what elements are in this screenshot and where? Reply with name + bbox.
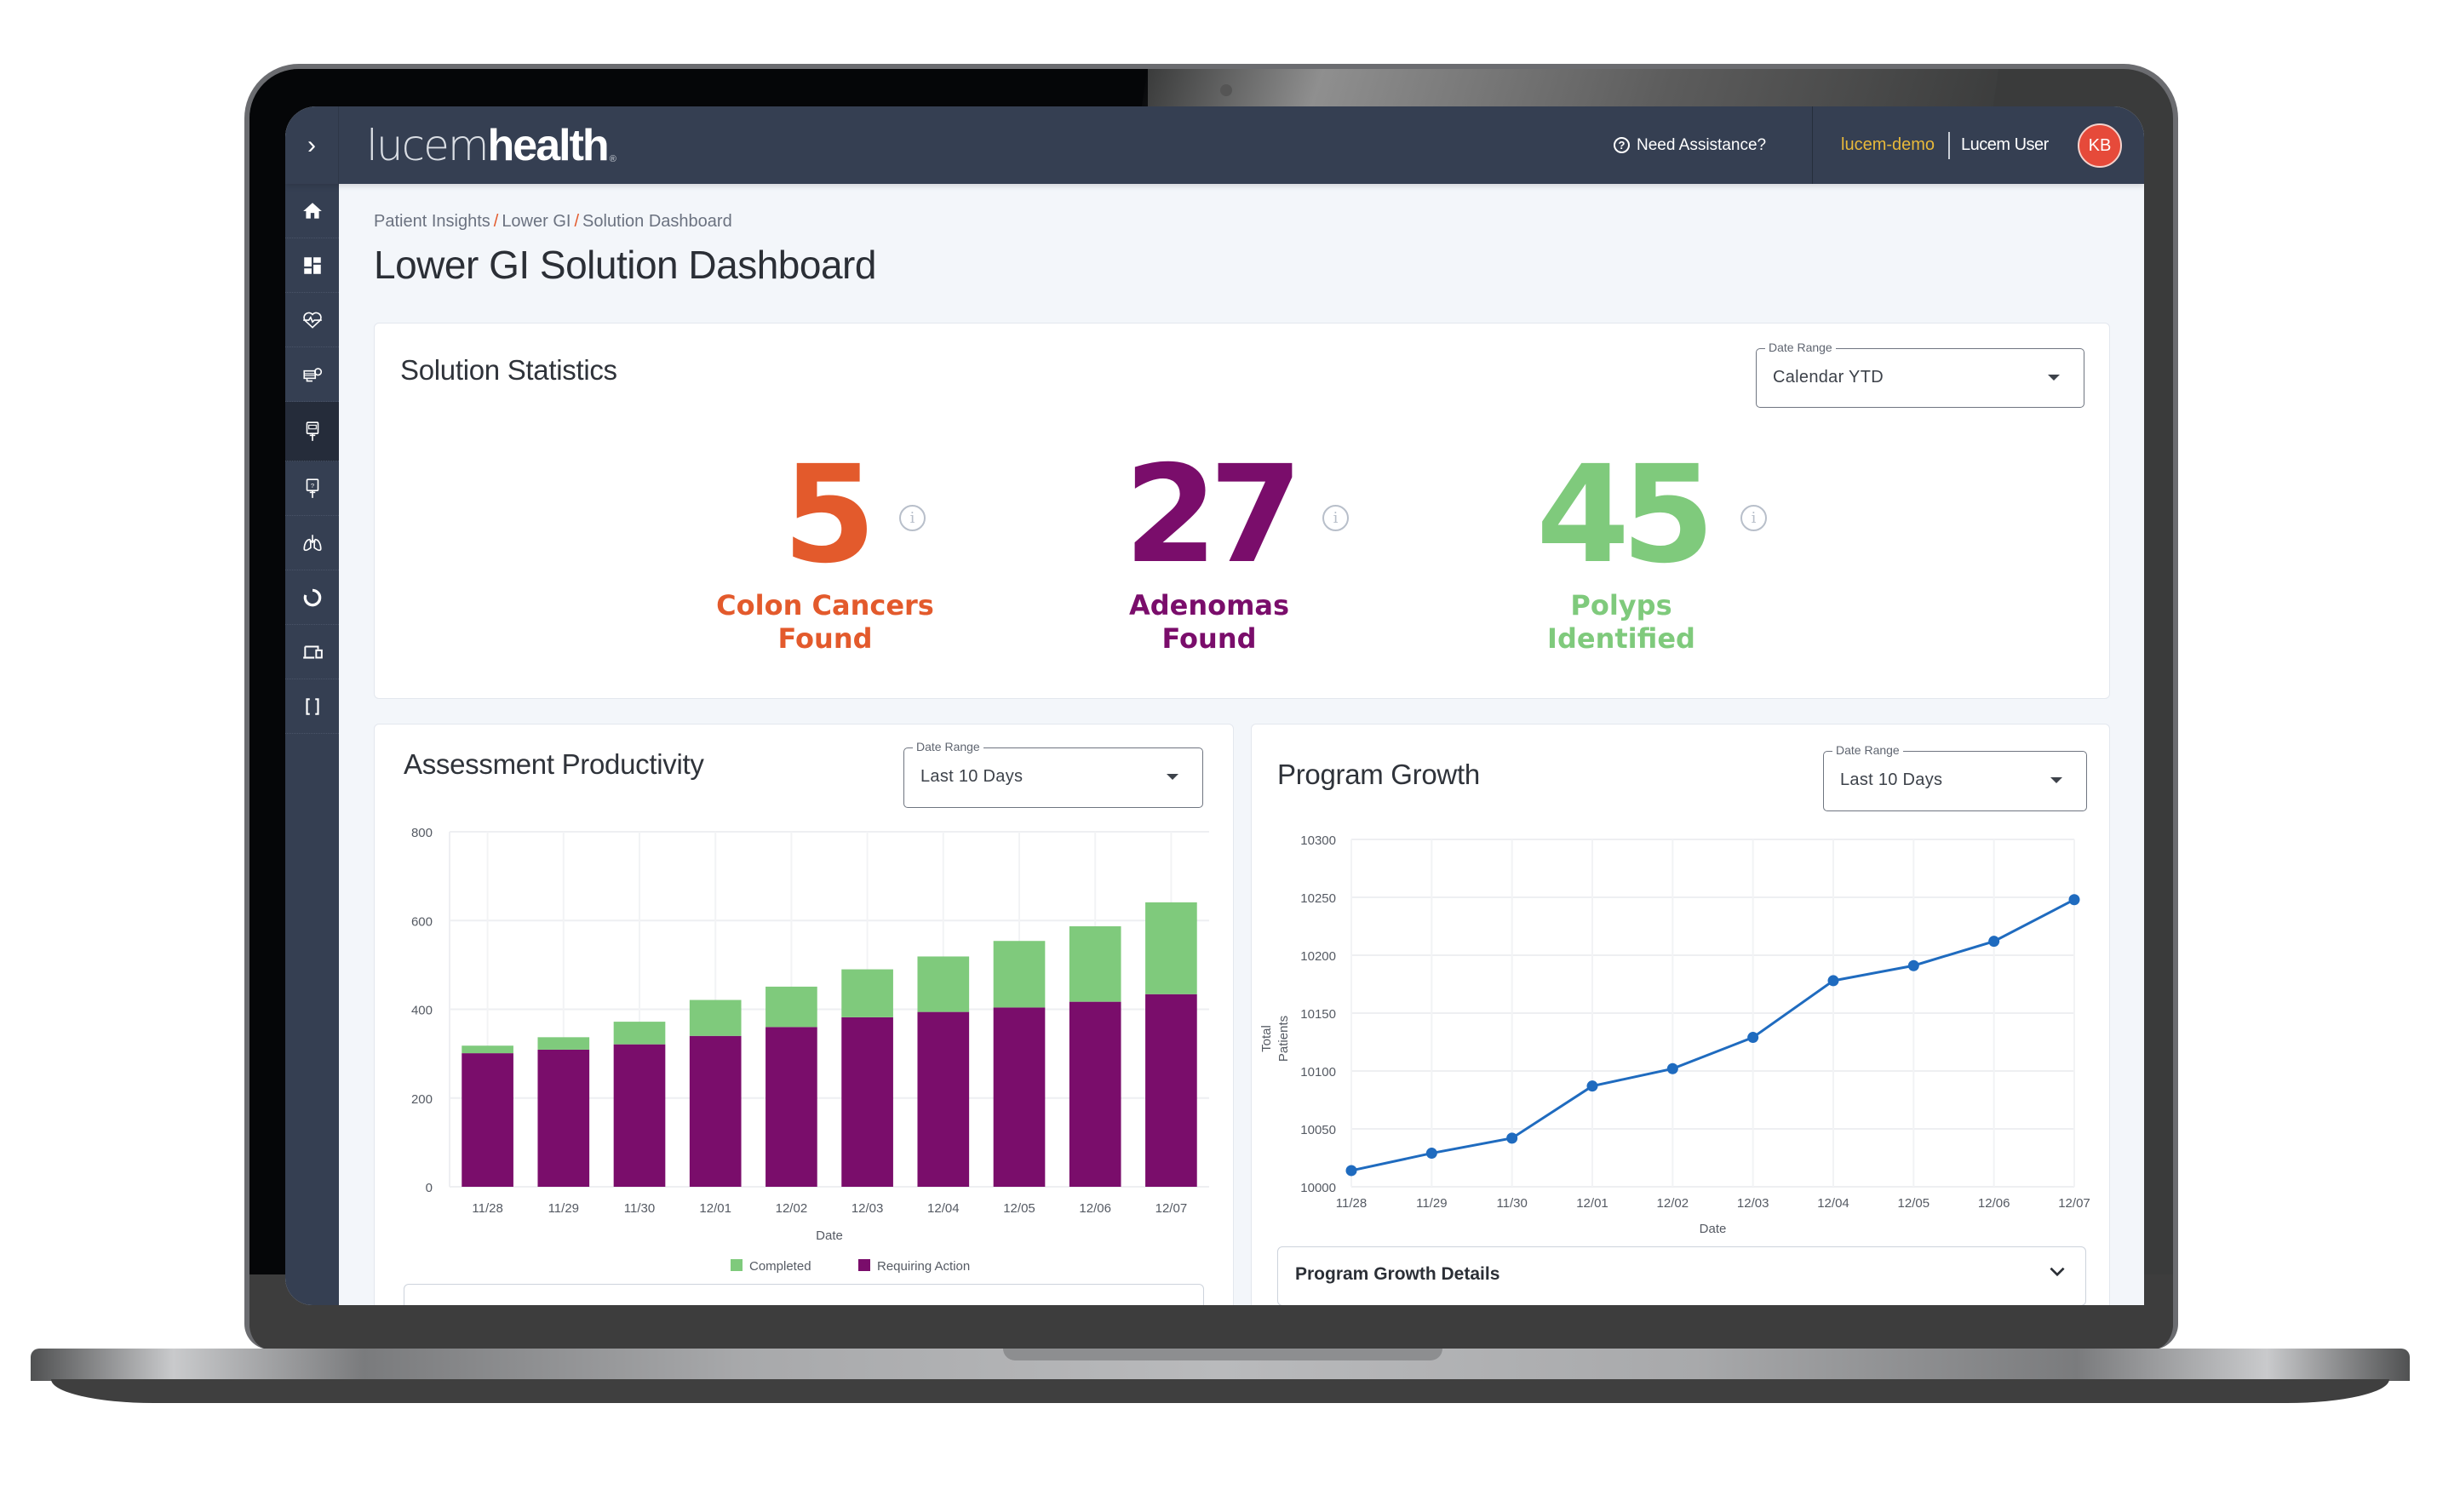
sidebar-item-lower-gi[interactable] <box>285 402 339 461</box>
x-tick-label: 11/30 <box>1496 1196 1527 1211</box>
sidebar-item-brackets[interactable] <box>285 679 339 734</box>
x-tick-label: 12/07 <box>2058 1196 2090 1211</box>
y-axis-label: Total Patients <box>1259 1016 1291 1062</box>
need-assistance-link[interactable]: ? Need Assistance? <box>1614 106 1766 184</box>
data-point <box>1425 1148 1437 1160</box>
data-point <box>1988 936 2000 948</box>
x-axis-label: Date <box>1700 1222 1727 1236</box>
main-content: Patient Insights / Lower GI / Solution Dashb… <box>339 184 2144 1305</box>
data-point <box>1666 1062 1678 1074</box>
sidebar: ? <box>285 184 339 1305</box>
x-tick-label: 12/05 <box>1898 1196 1930 1211</box>
data-point <box>1907 959 1919 971</box>
series-line-total-patients <box>1350 898 2075 1172</box>
x-tick-label: 12/02 <box>1657 1196 1689 1211</box>
sidebar-item-home[interactable] <box>285 184 339 238</box>
svg-text:?: ? <box>310 481 313 489</box>
help-circle-icon: ? <box>1614 137 1630 153</box>
data-point <box>1747 1032 1759 1044</box>
x-tick-label: 12/04 <box>1817 1196 1849 1211</box>
lower-gi-device-icon <box>306 421 318 441</box>
user-name: Lucem User <box>1961 135 2049 154</box>
x-tick-label: 12/03 <box>1737 1196 1769 1211</box>
x-tick-label: 12/01 <box>1576 1196 1608 1211</box>
brackets-icon <box>305 697 319 715</box>
expand-sidebar-button[interactable]: › <box>285 106 339 184</box>
app-screen: › lucem health ® ? Need Assistance? lucem-… <box>285 106 2144 1305</box>
dashboard-icon <box>303 256 321 274</box>
devices-icon <box>302 645 323 659</box>
sidebar-item-infusion[interactable] <box>285 347 339 402</box>
need-assistance-label: Need Assistance? <box>1637 135 1767 154</box>
user-avatar[interactable]: KB <box>2078 123 2122 168</box>
home-icon <box>302 202 322 219</box>
sidebar-item-pulmonary[interactable] <box>285 516 339 570</box>
sidebar-item-dashboard[interactable] <box>285 238 339 293</box>
sidebar-item-diagnostics[interactable]: ? <box>285 461 339 516</box>
tenant-user-separator <box>1948 132 1950 159</box>
y-tick-label: 10200 <box>1300 949 1336 964</box>
data-point <box>1345 1165 1357 1177</box>
y-tick-label: 10000 <box>1300 1181 1336 1195</box>
x-tick-label: 12/06 <box>1978 1196 2010 1211</box>
sidebar-item-devices[interactable] <box>285 625 339 679</box>
program-growth-chart: 10000 10050 10100 10150 10200 10250 10300 11/28… <box>1259 833 2090 1236</box>
y-tick-label: 10250 <box>1300 891 1336 906</box>
lucem-health-logo[interactable]: lucem health ® <box>366 122 616 169</box>
x-tick-label: 11/28 <box>1336 1196 1367 1211</box>
data-point <box>1827 975 1839 987</box>
y-tick-label: 10150 <box>1300 1007 1336 1022</box>
circle-progress-icon <box>303 588 321 606</box>
y-tick-label: 10050 <box>1300 1123 1336 1137</box>
heart-pulse-icon <box>302 312 322 329</box>
data-point <box>2068 894 2080 906</box>
lungs-icon <box>302 534 322 551</box>
y-tick-label: 10100 <box>1300 1065 1336 1080</box>
infusion-icon <box>302 367 322 381</box>
laptop-hinge-notch <box>1003 1349 1442 1360</box>
diagnostic-device-icon: ? <box>306 478 318 498</box>
laptop-base-bottom <box>51 1379 2389 1403</box>
camera <box>1220 84 1232 96</box>
data-point <box>1506 1132 1518 1144</box>
sidebar-item-cardiac[interactable] <box>285 293 339 347</box>
tenant-name[interactable]: lucem-demo <box>1841 106 1935 184</box>
data-point <box>1586 1080 1598 1092</box>
x-tick-label: 11/29 <box>1416 1196 1447 1211</box>
sidebar-item-progress[interactable] <box>285 570 339 625</box>
y-tick-label: 10300 <box>1300 833 1336 848</box>
chevron-right-icon: › <box>307 130 316 159</box>
topbar-divider <box>1812 106 1813 184</box>
top-nav-bar: › lucem health ® ? Need Assistance? lucem-… <box>285 106 2144 184</box>
